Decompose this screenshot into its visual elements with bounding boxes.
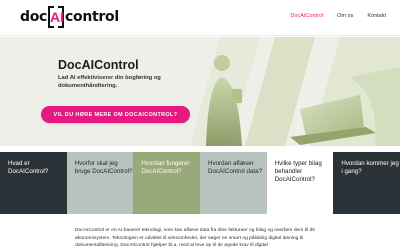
logo-ai-box: AI (48, 6, 65, 28)
nav-kontakt[interactable]: Kontakt (367, 13, 386, 19)
main-nav: DocAIControl Om os Kontakt (290, 13, 386, 19)
logo-highlight: AI (50, 9, 65, 25)
nav-docaicontrol[interactable]: DocAIControl (290, 13, 323, 19)
logo-prefix: doc (20, 9, 48, 25)
site-header: doc AI control DocAIControl Om os Kontak… (0, 0, 400, 36)
logo-suffix: control (65, 9, 119, 25)
hero-subtitle: Lad AI effektiviserer din bogføring og d… (58, 75, 161, 89)
intro-paragraph: DocAIControl er en AI-baseret teknologi,… (75, 228, 315, 249)
tile-why-use[interactable]: Hvorfor skal jeg bruge DocAIControl? (66, 152, 134, 214)
tile-how-reads[interactable]: Hvordan aflæser DocAIControl data? (200, 152, 267, 214)
nav-om-os[interactable]: Om os (337, 13, 353, 19)
tile-how-works[interactable]: Hvordan fungerer DocAIControl? (133, 152, 201, 214)
tile-get-started[interactable]: Hvordan kommer jeg i gang? (333, 152, 400, 214)
tile-document-types[interactable]: Hvilke typer bilag behandler DocAIContro… (266, 152, 334, 214)
cta-button[interactable]: VIL DU HØRE MERE OM DOCAICONTROL? (41, 106, 190, 123)
hero-title: DocAIControl (58, 58, 139, 72)
hero-section: DocAIControl Lad AI effektiviserer din b… (0, 37, 400, 146)
logo[interactable]: doc AI control (20, 4, 119, 30)
hero-illustration (150, 37, 400, 146)
faq-tiles: Hvad er DocAIControl? Hvorfor skal jeg b… (0, 152, 400, 214)
tile-what-is[interactable]: Hvad er DocAIControl? (0, 152, 67, 214)
